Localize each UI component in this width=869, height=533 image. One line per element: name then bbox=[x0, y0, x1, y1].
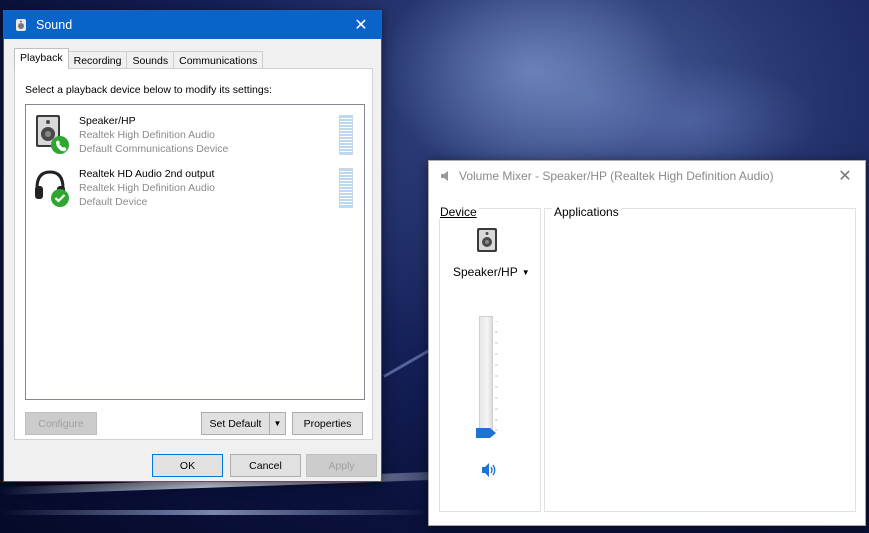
selected-device-label: Speaker/HP bbox=[453, 265, 518, 279]
speaker-icon bbox=[32, 113, 72, 155]
tab-sounds[interactable]: Sounds bbox=[126, 51, 175, 69]
device-driver: Realtek High Definition Audio bbox=[79, 182, 215, 194]
configure-button[interactable]: Configure bbox=[25, 412, 97, 435]
set-default-dropdown[interactable]: ▼ bbox=[269, 412, 286, 435]
device-driver: Realtek High Definition Audio bbox=[79, 129, 215, 141]
applications-section bbox=[544, 208, 856, 512]
cancel-button[interactable]: Cancel bbox=[230, 454, 301, 477]
device-selector[interactable]: Speaker/HP ▼ bbox=[453, 265, 530, 279]
list-item[interactable]: Realtek HD Audio 2nd output Realtek High… bbox=[26, 162, 364, 212]
mixer-title: Volume Mixer - Speaker/HP (Realtek High … bbox=[459, 169, 774, 183]
speaker-volume-icon[interactable] bbox=[480, 461, 498, 479]
chevron-down-icon: ▼ bbox=[521, 267, 530, 277]
chevron-down-icon: ▼ bbox=[273, 419, 282, 428]
tab-strip: Playback Recording Sounds Communications bbox=[14, 48, 264, 69]
sound-title-bar[interactable]: Sound ✕ bbox=[4, 11, 381, 39]
wallpaper-light-streak bbox=[0, 510, 430, 515]
mixer-title-bar[interactable]: Volume Mixer - Speaker/HP (Realtek High … bbox=[429, 161, 865, 191]
applications-heading: Applications bbox=[552, 205, 621, 219]
speaker-title-icon bbox=[14, 18, 28, 32]
list-item[interactable]: Speaker/HP Realtek High Definition Audio… bbox=[26, 109, 364, 159]
close-icon[interactable]: ✕ bbox=[825, 166, 865, 186]
device-name: Speaker/HP bbox=[79, 115, 136, 127]
sound-title: Sound bbox=[36, 18, 73, 32]
apply-button[interactable]: Apply bbox=[306, 454, 377, 477]
device-status: Default Device bbox=[79, 196, 148, 208]
tab-playback[interactable]: Playback bbox=[14, 48, 69, 69]
set-default-button[interactable]: Set Default bbox=[201, 412, 270, 435]
close-icon[interactable]: ✕ bbox=[341, 11, 381, 39]
tab-recording[interactable]: Recording bbox=[67, 51, 128, 69]
device-status: Default Communications Device bbox=[79, 143, 229, 155]
properties-button[interactable]: Properties bbox=[292, 412, 363, 435]
slider-ticks bbox=[495, 321, 498, 431]
headphones-icon bbox=[32, 166, 72, 208]
tab-communications[interactable]: Communications bbox=[173, 51, 264, 69]
sound-dialog: Sound ✕ Playback Recording Sounds Commun… bbox=[3, 10, 382, 482]
device-heading: Device bbox=[438, 205, 479, 219]
speaker-title-icon bbox=[439, 169, 453, 183]
device-name: Realtek HD Audio 2nd output bbox=[79, 168, 215, 180]
level-meter bbox=[339, 115, 353, 155]
playback-panel: Select a playback device below to modify… bbox=[14, 68, 373, 440]
volume-slider-thumb[interactable] bbox=[476, 428, 496, 438]
speaker-icon[interactable] bbox=[476, 227, 498, 253]
instruction-text: Select a playback device below to modify… bbox=[25, 84, 272, 96]
volume-slider[interactable] bbox=[479, 316, 493, 436]
device-list[interactable]: Speaker/HP Realtek High Definition Audio… bbox=[25, 104, 365, 400]
volume-mixer-window: Volume Mixer - Speaker/HP (Realtek High … bbox=[428, 160, 866, 526]
level-meter bbox=[339, 168, 353, 208]
ok-button[interactable]: OK bbox=[152, 454, 223, 477]
